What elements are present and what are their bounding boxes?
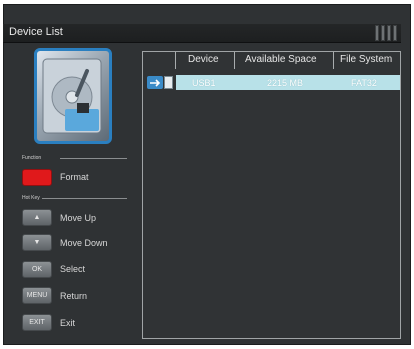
menu-key-label: MENU [26, 292, 48, 299]
select-label: Select [60, 264, 86, 274]
move-down-label: Move Down [60, 238, 108, 248]
column-separator [234, 52, 235, 69]
cell-file-system: FAT32 [351, 78, 377, 88]
column-header-file-system[interactable]: File System [340, 54, 392, 65]
hotkey-divider [42, 198, 127, 199]
cell-device: USB1 [192, 78, 216, 88]
function-divider [60, 158, 127, 159]
format-label: Format [60, 172, 89, 182]
return-label: Return [60, 291, 88, 301]
move-down-key[interactable]: ▼ [22, 234, 52, 251]
column-header-available-space[interactable]: Available Space [245, 54, 317, 65]
ok-key-label: OK [31, 266, 43, 273]
exit-key-label: EXIT [29, 319, 45, 326]
function-section-label: Function [22, 155, 42, 161]
window-title: Device List [9, 26, 63, 38]
hotkey-section-label: Hot Key [22, 195, 40, 201]
cell-available-space: 2215 MB [267, 78, 304, 88]
menu-key[interactable]: MENU [22, 287, 52, 304]
column-separator [333, 52, 334, 69]
arrow-down-icon: ▼ [33, 239, 41, 246]
exit-key[interactable]: EXIT [22, 314, 52, 331]
device-table[interactable] [142, 51, 401, 339]
title-bar: Device List [3, 24, 401, 43]
usb-badge-icon [164, 76, 173, 89]
move-up-label: Move Up [60, 213, 97, 223]
exit-label: Exit [60, 318, 76, 328]
column-header-device[interactable]: Device [188, 54, 219, 65]
arrow-up-icon: ▲ [33, 214, 41, 221]
move-up-key[interactable]: ▲ [22, 209, 52, 226]
hard-drive-icon [34, 48, 112, 144]
format-key[interactable] [22, 169, 52, 186]
signal-bars-icon [375, 25, 397, 41]
column-separator [175, 52, 176, 69]
usb-drive-icon [147, 76, 163, 89]
ok-key[interactable]: OK [22, 261, 52, 278]
